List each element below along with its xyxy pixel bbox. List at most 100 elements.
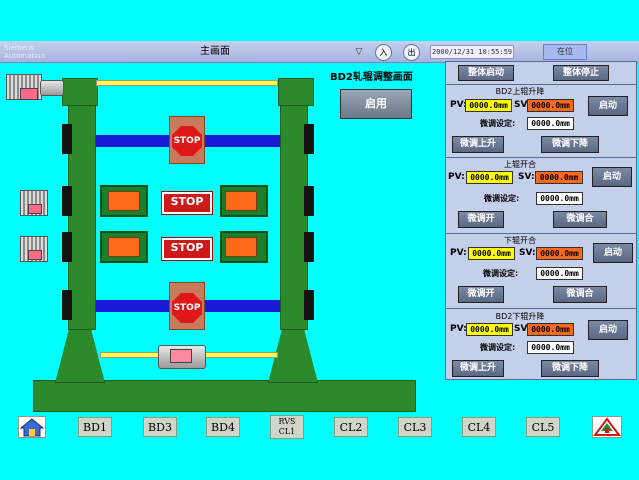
- right-roll-1: [225, 191, 257, 211]
- top-motor-coupling: [40, 80, 64, 96]
- section-title: 下辊开合: [504, 236, 536, 245]
- login-button[interactable]: 入: [375, 44, 392, 61]
- enable-button[interactable]: 启用: [340, 89, 412, 119]
- left-roll-2: [108, 237, 140, 257]
- logout-label: 出: [407, 48, 416, 57]
- left-roll-1: [108, 191, 140, 211]
- nav-bd3[interactable]: BD3: [143, 417, 177, 437]
- logout-button[interactable]: 出: [403, 44, 420, 61]
- sv-input[interactable]: 0000.0mm: [535, 171, 583, 184]
- fine-tune-input[interactable]: 0000.0mm: [527, 341, 574, 354]
- upper-stop-label: STOP: [173, 136, 201, 146]
- start-button[interactable]: 启动: [588, 96, 628, 116]
- bearing-row2-left: [62, 232, 72, 262]
- stop-sign-row1: STOP: [161, 191, 213, 215]
- stop-label-row2: STOP: [170, 241, 204, 254]
- lower-bearing-left: [62, 290, 72, 320]
- bearing-row2-right: [304, 232, 314, 262]
- pv-value: 0000.0mm: [465, 99, 512, 112]
- brand-logo: Siemens Automation: [4, 44, 58, 61]
- fine-down-button[interactable]: 微调下降: [541, 136, 599, 153]
- fine-tune-label: 微调设定:: [480, 119, 516, 128]
- chevron-down-icon[interactable]: ▽: [353, 46, 365, 58]
- right-roll-2: [225, 237, 257, 257]
- section-divider: [445, 84, 637, 85]
- fine-tune-input[interactable]: 0000.0mm: [536, 192, 583, 205]
- date-time-display: 2000/12/31 10:55:59: [430, 45, 514, 59]
- fine-tune-input[interactable]: 0000.0mm: [527, 117, 574, 130]
- master-stop-button[interactable]: 整体停止: [553, 65, 609, 81]
- bearing-row1-left: [62, 186, 72, 216]
- right-top-block: [278, 78, 314, 106]
- screen-select[interactable]: 主画面: [60, 44, 370, 60]
- lower-stop-label: STOP: [173, 303, 201, 313]
- fine-down-button[interactable]: 微调下降: [541, 360, 599, 377]
- pv-value: 0000.0mm: [466, 171, 513, 184]
- top-motor-terminal: [20, 88, 38, 100]
- pv-value: 0000.0mm: [468, 247, 515, 260]
- start-button[interactable]: 启动: [588, 320, 628, 340]
- pv-label: PV:: [450, 100, 467, 110]
- section-divider: [445, 308, 637, 309]
- upper-bearing-right: [304, 124, 314, 154]
- bottom-motor-terminal: [170, 349, 192, 363]
- section-divider: [445, 233, 637, 234]
- upper-bearing-left: [62, 124, 72, 154]
- fine-close-button[interactable]: 微调合: [553, 211, 607, 228]
- nav-cl2[interactable]: CL2: [334, 417, 368, 437]
- user-status: 在位: [543, 44, 587, 60]
- alarm-button[interactable]: [592, 416, 622, 438]
- logo-line-2: Automation: [4, 52, 45, 60]
- lower-bearing-right: [304, 290, 314, 320]
- fine-open-button[interactable]: 微调开: [458, 211, 504, 228]
- nav-rvs-label: RVS: [278, 417, 296, 426]
- nav-bd1[interactable]: BD1: [78, 417, 112, 437]
- section-title: BD2上辊升降: [495, 87, 545, 96]
- master-start-button[interactable]: 整体启动: [458, 65, 514, 81]
- nav-cl5[interactable]: CL5: [526, 417, 560, 437]
- fine-close-button[interactable]: 微调合: [553, 286, 607, 303]
- stop-label-row1: STOP: [170, 195, 204, 208]
- nav-bd4[interactable]: BD4: [206, 417, 240, 437]
- home-button[interactable]: [18, 416, 46, 438]
- pv-label: PV:: [450, 248, 467, 258]
- sv-input[interactable]: 0000.0mm: [527, 99, 574, 112]
- nav-cl3[interactable]: CL3: [398, 417, 432, 437]
- warning-house-icon: [593, 417, 621, 436]
- logo-line-1: Siemens: [4, 44, 34, 52]
- start-button[interactable]: 启动: [593, 243, 633, 263]
- fine-tune-input[interactable]: 0000.0mm: [536, 267, 583, 280]
- pv-value: 0000.0mm: [466, 323, 513, 336]
- sv-input[interactable]: 0000.0mm: [536, 247, 583, 260]
- fine-up-button[interactable]: 微调上升: [452, 136, 504, 153]
- screen-select-label: 主画面: [200, 46, 230, 57]
- pv-label: PV:: [448, 172, 465, 182]
- fine-tune-label: 微调设定:: [480, 343, 516, 352]
- lower-stop-sign: STOP: [172, 293, 202, 323]
- login-label: 入: [379, 48, 388, 57]
- fine-up-button[interactable]: 微调上升: [452, 360, 504, 377]
- sv-label: SV:: [518, 172, 535, 182]
- stand-base: [33, 380, 416, 412]
- sv-input[interactable]: 0000.0mm: [527, 323, 574, 336]
- start-button[interactable]: 启动: [592, 167, 632, 187]
- nav-cl4[interactable]: CL4: [462, 417, 496, 437]
- fine-tune-label: 微调设定:: [484, 194, 520, 203]
- home-icon: [19, 418, 45, 437]
- fine-tune-label: 微调设定:: [483, 269, 519, 278]
- nav-rvs-cl1[interactable]: RVS CL1: [270, 415, 304, 439]
- fine-open-button[interactable]: 微调开: [458, 286, 504, 303]
- left-column: [68, 80, 96, 330]
- nav-cl1-label: CL1: [278, 427, 296, 436]
- section-title: BD2下辊升降: [495, 312, 545, 321]
- stop-sign-row2: STOP: [161, 237, 213, 261]
- top-drive-shaft: [96, 80, 278, 86]
- section-title: 上辊开合: [504, 160, 536, 169]
- left-leg-foot: [55, 325, 105, 383]
- page-title: BD2轧辊调整画面: [330, 72, 413, 83]
- middle-motor-2-terminal: [28, 250, 42, 260]
- upper-stop-sign: STOP: [172, 126, 202, 156]
- middle-motor-1-terminal: [28, 204, 42, 214]
- sv-label: SV:: [519, 248, 536, 258]
- section-divider: [445, 157, 637, 158]
